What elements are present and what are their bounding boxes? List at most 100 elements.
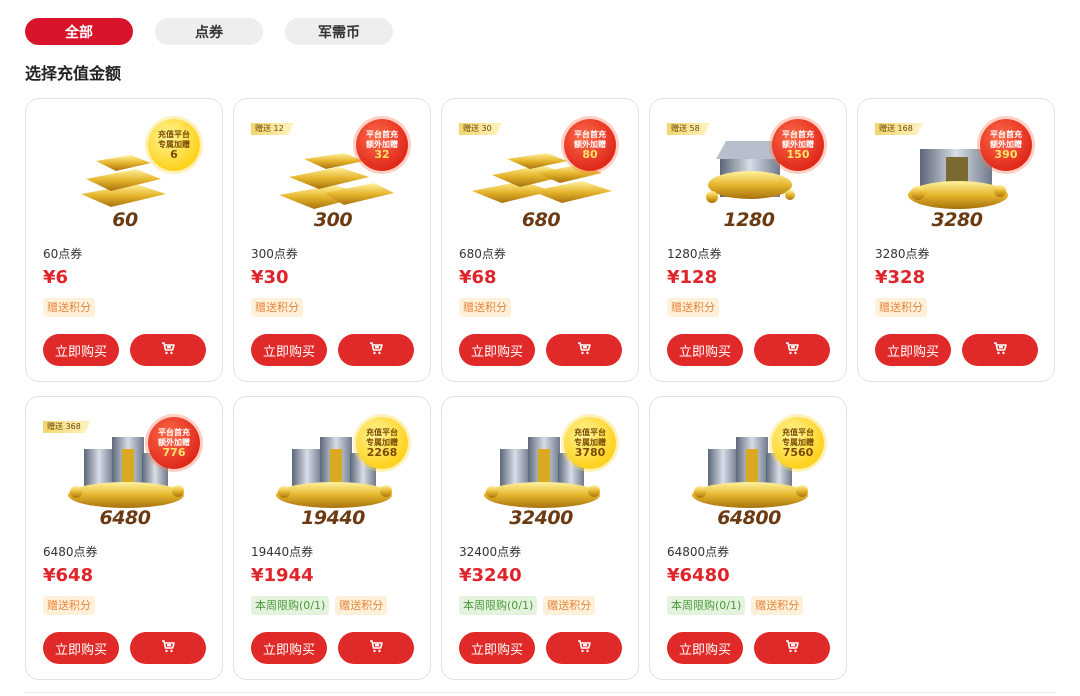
add-to-cart-button[interactable] bbox=[962, 334, 1038, 366]
product-price: ¥1944 bbox=[251, 565, 314, 586]
bonus-badge: 平台首充 额外加赠 80 bbox=[564, 119, 616, 171]
product-name: 300点券 bbox=[251, 247, 298, 261]
add-to-cart-button[interactable] bbox=[130, 334, 206, 366]
bonus-badge-amount: 390 bbox=[994, 148, 1018, 161]
product-name: 1280点券 bbox=[667, 247, 722, 261]
coupon-amount: 32400 bbox=[509, 507, 573, 529]
bonus-badge-amount: 150 bbox=[786, 148, 810, 161]
recharge-card[interactable]: 赠送 368 平台首充 额外加赠 776 6480 6480点券 ¥648 赠送积分 立即购买 bbox=[25, 396, 223, 680]
bonus-points-tag: 赠送积分 bbox=[543, 596, 596, 615]
bonus-points-tag: 赠送积分 bbox=[335, 596, 388, 615]
product-name: 3280点券 bbox=[875, 247, 930, 261]
product-tags: 本周限购(0/1) 赠送积分 bbox=[251, 596, 388, 615]
coupon-amount: 680 bbox=[521, 209, 561, 231]
recharge-card[interactable]: 赠送 58 平台首充 额外加赠 150 1280 1280点券 ¥128 赠送积分立即购买 bbox=[649, 98, 847, 382]
buy-now-button[interactable]: 立即购买 bbox=[459, 334, 535, 366]
bonus-badge-line1: 充值平台 bbox=[366, 428, 398, 437]
bonus-badge-line1: 充值平台 bbox=[158, 130, 190, 139]
shopping-cart-icon bbox=[577, 640, 591, 656]
product-price: ¥68 bbox=[459, 267, 497, 288]
add-to-cart-button[interactable] bbox=[754, 334, 830, 366]
bonus-badge: 平台首充 额外加赠 776 bbox=[148, 417, 200, 469]
tab-all[interactable]: 全部 bbox=[25, 18, 133, 45]
weekly-limit-tag: 本周限购(0/1) bbox=[667, 596, 746, 615]
product-name: 680点券 bbox=[459, 247, 506, 261]
bonus-badge-line1: 平台首充 bbox=[990, 130, 1022, 139]
shopping-cart-icon bbox=[577, 342, 591, 358]
bonus-points-tag: 赠送积分 bbox=[751, 596, 804, 615]
bonus-badge-line1: 平台首充 bbox=[366, 130, 398, 139]
bonus-points-tag: 赠送积分 bbox=[875, 298, 927, 317]
bonus-badge-amount: 32 bbox=[374, 148, 390, 161]
buy-now-button[interactable]: 立即购买 bbox=[43, 334, 119, 366]
bonus-points-tag: 赠送积分 bbox=[43, 298, 95, 317]
recharge-card[interactable]: 赠送 168 平台首充 额外加赠 390 3280 3280点券 ¥328 赠送积分 立即购买 bbox=[857, 98, 1055, 382]
product-price: ¥6480 bbox=[667, 565, 730, 586]
add-to-cart-button[interactable] bbox=[130, 632, 206, 664]
recharge-card[interactable]: 赠送 12 平台首充 额外加赠 32 300 300点券 ¥30 赠送积分 立即购买 bbox=[233, 98, 431, 382]
coupon-amount: 60 bbox=[112, 209, 138, 231]
gift-ribbon: 赠送 58 bbox=[667, 123, 710, 135]
bonus-points-tag: 赠送积分 bbox=[43, 596, 95, 615]
bonus-badge: 平台首充 额外加赠 390 bbox=[980, 119, 1032, 171]
product-tags: 赠送积分 bbox=[875, 298, 927, 317]
product-price: ¥6 bbox=[43, 267, 69, 288]
product-name: 19440点券 bbox=[251, 545, 314, 559]
product-price: ¥648 bbox=[43, 565, 94, 586]
tab-coupons[interactable]: 点券 bbox=[155, 18, 263, 45]
add-to-cart-button[interactable] bbox=[546, 632, 622, 664]
bonus-badge-line1: 充值平台 bbox=[782, 428, 814, 437]
bonus-badge: 充值平台 专属加赠 7560 bbox=[772, 417, 824, 469]
bonus-points-tag: 赠送积分 bbox=[251, 298, 303, 317]
buy-now-button[interactable]: 立即购买 bbox=[875, 334, 951, 366]
product-name: 64800点券 bbox=[667, 545, 730, 559]
bonus-badge-line1: 平台首充 bbox=[158, 428, 190, 437]
product-price: ¥328 bbox=[875, 267, 926, 288]
bonus-badge-amount: 2268 bbox=[366, 446, 398, 459]
buy-now-button[interactable]: 立即购买 bbox=[251, 334, 327, 366]
bonus-badge-line1: 充值平台 bbox=[574, 428, 606, 437]
tab-military-coins[interactable]: 军需币 bbox=[285, 18, 393, 45]
recharge-card[interactable]: 充值平台 专属加赠 3780 32400 32400点券 ¥3240 本周限购(0/1) 赠送… bbox=[441, 396, 639, 680]
product-price: ¥3240 bbox=[459, 565, 522, 586]
weekly-limit-tag: 本周限购(0/1) bbox=[459, 596, 538, 615]
buy-now-button[interactable]: 立即购买 bbox=[667, 632, 743, 664]
product-price: ¥128 bbox=[667, 267, 718, 288]
recharge-card[interactable]: 充值平台 专属加赠 2268 19440 19440点券 ¥1944 本周限购(0/1) 赠送… bbox=[233, 396, 431, 680]
buy-now-button[interactable]: 立即购买 bbox=[251, 632, 327, 664]
shopping-cart-icon bbox=[369, 342, 383, 358]
bonus-badge: 充值平台 专属加赠 3780 bbox=[564, 417, 616, 469]
coupon-amount: 1280 bbox=[723, 209, 775, 231]
section-title: 选择充值金额 bbox=[25, 64, 122, 83]
bonus-badge: 充值平台 专属加赠 6 bbox=[148, 119, 200, 171]
bonus-badge-amount: 80 bbox=[582, 148, 598, 161]
coupon-amount: 3280 bbox=[931, 209, 983, 231]
bonus-points-tag: 赠送积分 bbox=[459, 298, 511, 317]
category-tabs: 全部 点券 军需币 bbox=[25, 18, 393, 45]
recharge-card[interactable]: 赠送 30 平台首充 额外加赠 80 680 680点券 ¥68 赠送积分立即购买 bbox=[441, 98, 639, 382]
shopping-cart-icon bbox=[993, 342, 1007, 358]
add-to-cart-button[interactable] bbox=[546, 334, 622, 366]
buy-now-button[interactable]: 立即购买 bbox=[459, 632, 535, 664]
divider bbox=[25, 692, 1055, 693]
shopping-cart-icon bbox=[161, 640, 175, 656]
buy-now-button[interactable]: 立即购买 bbox=[667, 334, 743, 366]
weekly-limit-tag: 本周限购(0/1) bbox=[251, 596, 330, 615]
product-tags: 本周限购(0/1) 赠送积分 bbox=[667, 596, 804, 615]
product-tags: 赠送积分 bbox=[459, 298, 511, 317]
shopping-cart-icon bbox=[161, 342, 175, 358]
shopping-cart-icon bbox=[785, 640, 799, 656]
add-to-cart-button[interactable] bbox=[754, 632, 830, 664]
buy-now-button[interactable]: 立即购买 bbox=[43, 632, 119, 664]
gift-ribbon: 赠送 30 bbox=[459, 123, 502, 135]
bonus-points-tag: 赠送积分 bbox=[667, 298, 719, 317]
product-name: 60点券 bbox=[43, 247, 83, 261]
recharge-card[interactable]: 充值平台 专属加赠 6 60 60点券 ¥6 赠送积分立即购买 bbox=[25, 98, 223, 382]
add-to-cart-button[interactable] bbox=[338, 632, 414, 664]
recharge-card[interactable]: 充值平台 专属加赠 7560 64800 64800点券 ¥6480 本周限购(0/1) 赠送… bbox=[649, 396, 847, 680]
add-to-cart-button[interactable] bbox=[338, 334, 414, 366]
bonus-badge: 平台首充 额外加赠 150 bbox=[772, 119, 824, 171]
gift-ribbon: 赠送 368 bbox=[43, 421, 91, 433]
product-tags: 赠送积分 bbox=[667, 298, 719, 317]
bonus-badge: 充值平台 专属加赠 2268 bbox=[356, 417, 408, 469]
